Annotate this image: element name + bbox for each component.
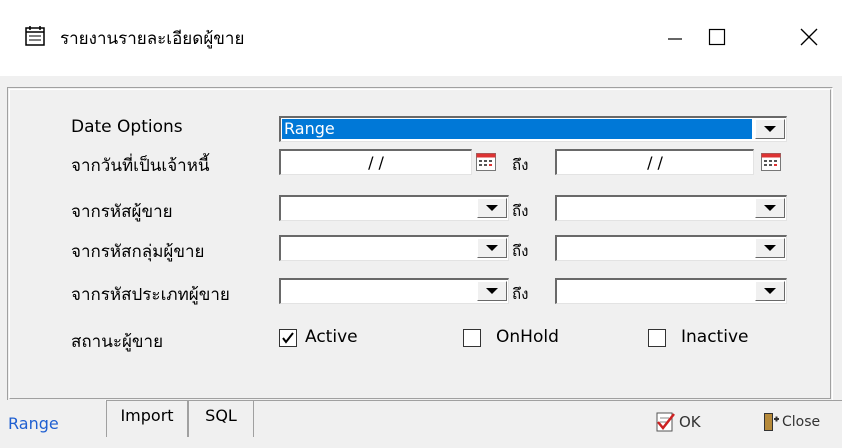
calendar-icon[interactable] xyxy=(476,152,496,172)
vendor-group-label: จากรหัสกลุ่มผู้ขาย xyxy=(71,242,205,262)
close-window-button[interactable] xyxy=(786,18,832,56)
due-date-to-value: / / xyxy=(647,153,663,172)
minimize-button[interactable] xyxy=(652,18,698,56)
vendor-group-from-dropdown[interactable] xyxy=(477,238,507,258)
chevron-down-icon xyxy=(764,288,776,294)
vendor-code-to-select[interactable] xyxy=(555,195,787,221)
active-checkbox-label: Active xyxy=(305,327,358,347)
date-options-select[interactable]: Range xyxy=(279,116,787,142)
calendar-window-icon xyxy=(25,26,45,46)
vendor-type-from-select[interactable] xyxy=(279,278,509,304)
ok-button-label: OK xyxy=(679,413,701,431)
chevron-down-icon xyxy=(486,288,498,294)
close-icon xyxy=(800,28,818,46)
date-options-label: Date Options xyxy=(71,117,183,137)
vendor-type-from-dropdown[interactable] xyxy=(477,281,507,301)
inactive-checkbox-label: Inactive xyxy=(681,327,749,347)
due-date-to-label: ถึง xyxy=(512,156,529,174)
checklist-icon xyxy=(656,412,675,432)
chevron-down-icon xyxy=(486,245,498,251)
active-checkbox[interactable] xyxy=(279,329,297,347)
vendor-group-to-select[interactable] xyxy=(555,235,787,261)
date-options-value: Range xyxy=(281,118,753,140)
checkmark-icon xyxy=(282,332,294,344)
due-date-to-input[interactable]: / / xyxy=(555,149,754,175)
vendor-group-to-label: ถึง xyxy=(512,242,529,260)
close-button[interactable]: Close xyxy=(762,411,820,433)
vendor-type-to-select[interactable] xyxy=(555,278,787,304)
chevron-down-icon xyxy=(764,245,776,251)
vendor-status-label: สถานะผู้ขาย xyxy=(71,332,164,352)
minimize-icon xyxy=(668,38,682,40)
vendor-type-label: จากรหัสประเภทผู้ขาย xyxy=(71,285,230,305)
vendor-code-from-select[interactable] xyxy=(279,195,509,221)
chevron-down-icon xyxy=(764,205,776,211)
close-button-label: Close xyxy=(782,414,821,430)
chevron-down-icon xyxy=(764,126,776,132)
date-options-dropdown-button[interactable] xyxy=(755,119,785,139)
due-date-from-value: / / xyxy=(368,153,384,172)
vendor-code-label: จากรหัสผู้ขาย xyxy=(71,202,173,222)
window-title: รายงานรายละเอียดผู้ขาย xyxy=(60,29,245,49)
vendor-type-to-label: ถึง xyxy=(512,285,529,303)
tab-sql[interactable]: SQL xyxy=(188,400,254,437)
maximize-button[interactable] xyxy=(694,18,740,56)
ok-button[interactable]: OK xyxy=(654,411,701,433)
tab-divider xyxy=(254,400,842,401)
due-date-from-input[interactable]: / / xyxy=(279,149,472,175)
onhold-checkbox-label: OnHold xyxy=(496,327,559,347)
chevron-down-icon xyxy=(486,205,498,211)
maximize-icon xyxy=(708,28,726,46)
vendor-type-to-dropdown[interactable] xyxy=(755,281,785,301)
vendor-group-from-select[interactable] xyxy=(279,235,509,261)
door-exit-icon xyxy=(764,413,779,431)
title-bar: รายงานรายละเอียดผู้ขาย xyxy=(0,0,842,76)
due-date-label: จากวันที่เป็นเจ้าหนี้ xyxy=(71,156,210,176)
vendor-code-to-dropdown[interactable] xyxy=(755,198,785,218)
vendor-group-to-dropdown[interactable] xyxy=(755,238,785,258)
vendor-code-from-dropdown[interactable] xyxy=(477,198,507,218)
tab-import[interactable]: Import xyxy=(106,400,188,437)
inactive-checkbox[interactable] xyxy=(648,329,666,347)
tab-range[interactable]: Range xyxy=(0,400,105,437)
onhold-checkbox[interactable] xyxy=(463,329,481,347)
calendar-icon[interactable] xyxy=(761,152,781,172)
vendor-code-to-label: ถึง xyxy=(512,202,529,220)
